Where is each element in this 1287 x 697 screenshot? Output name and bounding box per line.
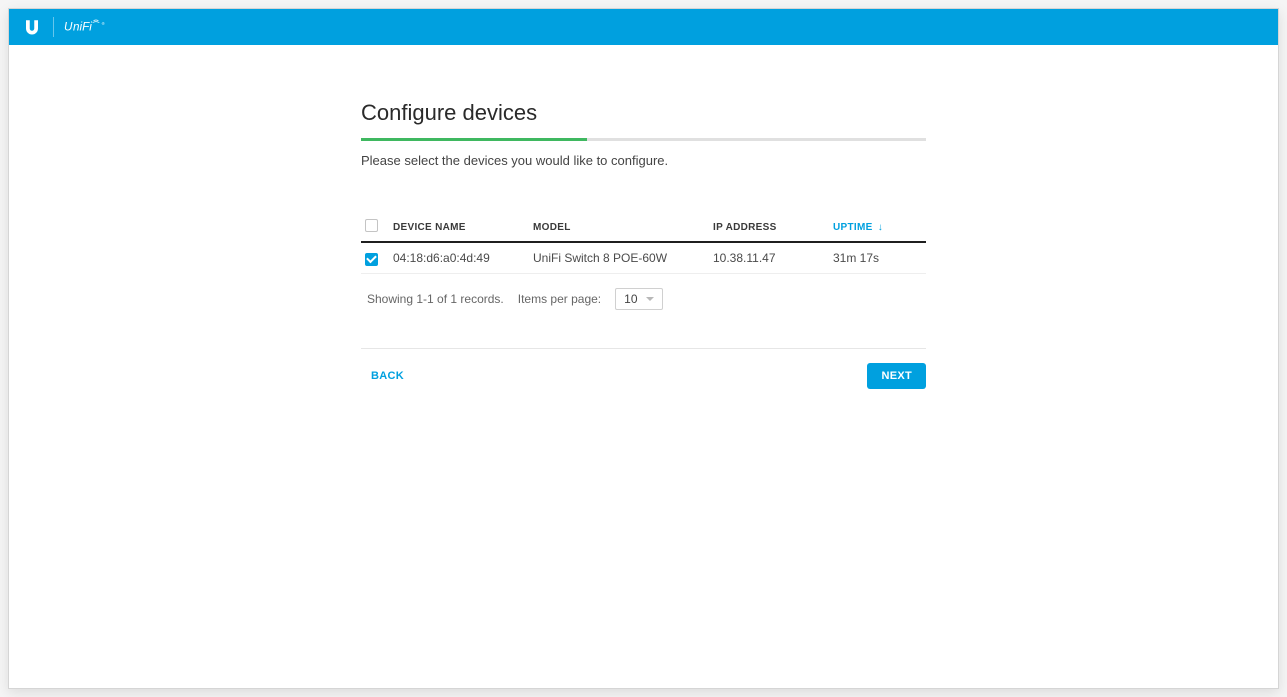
instruction-text: Please select the devices you would like… (361, 153, 926, 168)
devices-table: DEVICE NAME MODEL IP ADDRESS UPTIME ↓ (361, 213, 926, 274)
table-header-row: DEVICE NAME MODEL IP ADDRESS UPTIME ↓ (361, 213, 926, 242)
row-uptime: 31m 17s (833, 242, 926, 273)
progress-bar (361, 138, 926, 141)
svg-text:U: U (64, 21, 73, 34)
items-per-page-select[interactable]: 10 (615, 288, 662, 310)
table-header-checkbox[interactable] (361, 213, 393, 242)
row-checkbox-cell[interactable] (361, 242, 393, 273)
records-summary: Showing 1-1 of 1 records. (367, 292, 504, 306)
action-bar: BACK NEXT (361, 348, 926, 389)
table-header-uptime[interactable]: UPTIME ↓ (833, 213, 926, 242)
table-footer: Showing 1-1 of 1 records. Items per page… (361, 274, 926, 310)
items-per-page-label: Items per page: (518, 292, 601, 306)
page-title: Configure devices (361, 100, 926, 126)
progress-bar-fill (361, 138, 587, 141)
table-row[interactable]: 04:18:d6:a0:4d:49 UniFi Switch 8 POE-60W… (361, 242, 926, 273)
content-area: Configure devices Please select the devi… (9, 45, 1278, 389)
row-model: UniFi Switch 8 POE-60W (533, 242, 713, 273)
header-divider (53, 17, 54, 37)
row-device-name: 04:18:d6:a0:4d:49 (393, 242, 533, 273)
back-button[interactable]: BACK (361, 364, 414, 388)
app-header: U niFi ® (9, 9, 1278, 45)
unifi-brand-logo: U niFi ® (64, 17, 118, 37)
row-checkbox[interactable] (365, 253, 378, 266)
table-header-model[interactable]: MODEL (533, 213, 713, 242)
select-all-checkbox[interactable] (365, 219, 378, 232)
table-header-device-name[interactable]: DEVICE NAME (393, 213, 533, 242)
sort-down-icon: ↓ (878, 222, 883, 233)
svg-text:niFi: niFi (73, 21, 92, 34)
table-header-uptime-label: UPTIME (833, 222, 873, 233)
chevron-down-icon (646, 297, 654, 301)
ubiquiti-logo-icon (21, 16, 43, 38)
next-button[interactable]: NEXT (867, 363, 926, 389)
svg-text:®: ® (102, 21, 105, 26)
table-header-ip-address[interactable]: IP ADDRESS (713, 213, 833, 242)
row-ip-address: 10.38.11.47 (713, 242, 833, 273)
app-window: U niFi ® Configure devices Please select… (8, 8, 1279, 689)
configure-panel: Configure devices Please select the devi… (361, 100, 926, 389)
items-per-page-value: 10 (624, 292, 637, 306)
